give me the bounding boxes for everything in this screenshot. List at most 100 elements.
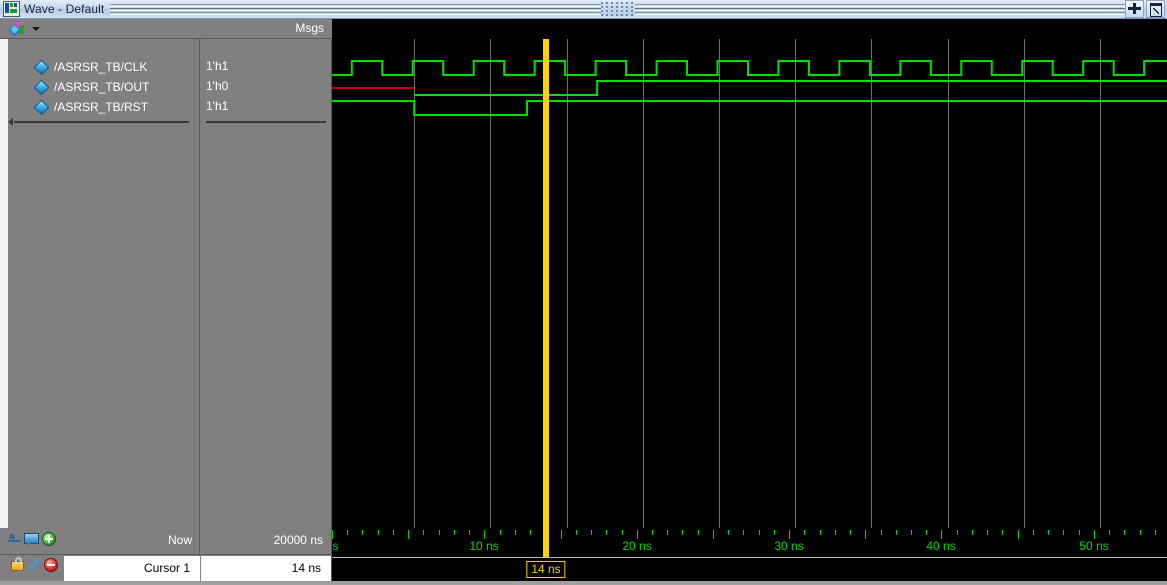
ruler-minor-tick — [881, 530, 882, 535]
undock-button[interactable] — [1146, 0, 1165, 18]
ruler-minor-tick — [576, 530, 577, 535]
ruler-minor-tick — [1002, 530, 1003, 535]
cursor-name-field[interactable]: Cursor 1 — [64, 556, 200, 581]
wave-trace — [414, 81, 1167, 95]
wave-header-spacer — [332, 19, 1167, 39]
object-filter-cell[interactable] — [0, 19, 200, 39]
ruler-minor-tick — [347, 530, 348, 535]
ruler-major-tick — [713, 530, 714, 539]
ruler-minor-tick — [469, 530, 470, 535]
ruler-separator — [332, 557, 1167, 558]
ruler-minor-tick — [378, 530, 379, 535]
wave-trace — [332, 101, 1167, 115]
ruler-minor-tick — [774, 530, 775, 535]
ruler-minor-tick — [515, 530, 516, 535]
time-ruler[interactable]: ns10 ns20 ns30 ns40 ns50 ns14 ns — [332, 528, 1167, 585]
window-titlebar[interactable]: Wave - Default — [0, 0, 1167, 19]
ruler-minor-tick — [759, 530, 760, 535]
cursor-properties-icon[interactable] — [27, 557, 43, 573]
msgs-column-header[interactable]: Msgs — [201, 19, 332, 39]
ruler-minor-tick — [896, 530, 897, 535]
scroll-track[interactable] — [206, 121, 326, 123]
ruler-minor-tick — [393, 530, 394, 535]
ruler-major-tick — [637, 530, 638, 539]
ruler-cursor-marker[interactable] — [543, 528, 549, 557]
titlebar-drag-handle[interactable] — [110, 0, 1125, 19]
scroll-left-arrow-icon[interactable] — [8, 118, 13, 126]
ruler-minor-tick — [957, 530, 958, 535]
ruler-major-tick — [332, 530, 333, 539]
ruler-minor-tick — [835, 530, 836, 535]
ruler-major-tick — [484, 530, 485, 539]
cursor-line[interactable] — [543, 39, 549, 528]
ruler-minor-tick — [698, 530, 699, 535]
ruler-minor-tick — [439, 530, 440, 535]
values-horizontal-scrollbar[interactable] — [206, 117, 326, 128]
ruler-minor-tick — [926, 530, 927, 535]
search-wave-icon[interactable]: A — [8, 532, 24, 548]
ruler-minor-tick — [423, 530, 424, 535]
ruler-time-label: 10 ns — [469, 539, 498, 553]
dock-add-button[interactable] — [1125, 0, 1144, 18]
signal-name-label: /ASRSR_TB/CLK — [54, 60, 147, 74]
signal-diamond-icon — [34, 60, 47, 73]
add-cursor-icon[interactable] — [42, 532, 58, 548]
ruler-major-tick — [789, 530, 790, 539]
ruler-minor-tick — [530, 530, 531, 535]
wave-window: Wave - Default Msgs /ASRSR_TB/CLK /ASRSR… — [0, 0, 1167, 585]
window-title: Wave - Default — [24, 2, 110, 16]
signal-value-out: 1'h0 — [206, 77, 228, 96]
ruler-major-tick — [865, 530, 866, 539]
titlebar-grip-dots — [601, 2, 635, 16]
ruler-minor-tick — [1140, 530, 1141, 535]
ruler-minor-tick — [728, 530, 729, 535]
ruler-time-label: ns — [332, 539, 338, 553]
delete-cursor-icon[interactable] — [44, 558, 60, 574]
ruler-major-tick — [408, 530, 409, 539]
signal-name-label: /ASRSR_TB/OUT — [54, 80, 149, 94]
signal-row-rst[interactable]: /ASRSR_TB/RST — [0, 97, 199, 116]
ruler-minor-tick — [500, 530, 501, 535]
cursor-time-flag[interactable]: 14 ns — [526, 561, 565, 578]
signal-value-rst: 1'h1 — [206, 97, 228, 116]
ruler-major-tick — [1018, 530, 1019, 539]
signal-value-clk: 1'h1 — [206, 57, 228, 76]
ruler-minor-tick — [804, 530, 805, 535]
ruler-minor-tick — [911, 530, 912, 535]
signal-row-clk[interactable]: /ASRSR_TB/CLK — [0, 57, 199, 76]
wave-trace — [332, 61, 1167, 75]
ruler-minor-tick — [591, 530, 592, 535]
ruler-time-label: 40 ns — [926, 539, 955, 553]
signal-diamond-icon — [34, 80, 47, 93]
ruler-minor-tick — [743, 530, 744, 535]
signal-row-out[interactable]: /ASRSR_TB/OUT — [0, 77, 199, 96]
ruler-minor-tick — [820, 530, 821, 535]
ruler-minor-tick — [1155, 530, 1156, 535]
ruler-minor-tick — [454, 530, 455, 535]
ruler-minor-tick — [652, 530, 653, 535]
signal-values-pane: 1'h1 1'h0 1'h1 — [201, 39, 332, 528]
signal-names-pane: /ASRSR_TB/CLK /ASRSR_TB/OUT /ASRSR_TB/RS… — [0, 39, 200, 528]
lock-cursor-icon[interactable] — [10, 558, 26, 574]
wave-window-icon — [3, 1, 20, 17]
window-bottom-strip — [0, 581, 1167, 585]
ruler-major-tick — [1094, 530, 1095, 539]
ruler-major-tick — [561, 530, 562, 539]
ruler-minor-tick — [1109, 530, 1110, 535]
waveform-traces — [332, 39, 1167, 528]
ruler-minor-tick — [667, 530, 668, 535]
chevron-down-icon[interactable] — [32, 27, 40, 31]
message-window-icon[interactable] — [24, 531, 40, 547]
ruler-minor-tick — [682, 530, 683, 535]
cursor-value[interactable]: 14 ns — [201, 556, 332, 581]
ruler-time-label: 30 ns — [774, 539, 803, 553]
waveform-canvas[interactable] — [332, 39, 1167, 528]
ruler-minor-tick — [622, 530, 623, 535]
scroll-track[interactable] — [14, 121, 189, 123]
ruler-minor-tick — [606, 530, 607, 535]
wave-objects-icon — [9, 22, 25, 36]
ruler-minor-tick — [850, 530, 851, 535]
ruler-minor-tick — [987, 530, 988, 535]
ruler-minor-tick — [1124, 530, 1125, 535]
names-horizontal-scrollbar[interactable] — [8, 117, 189, 128]
